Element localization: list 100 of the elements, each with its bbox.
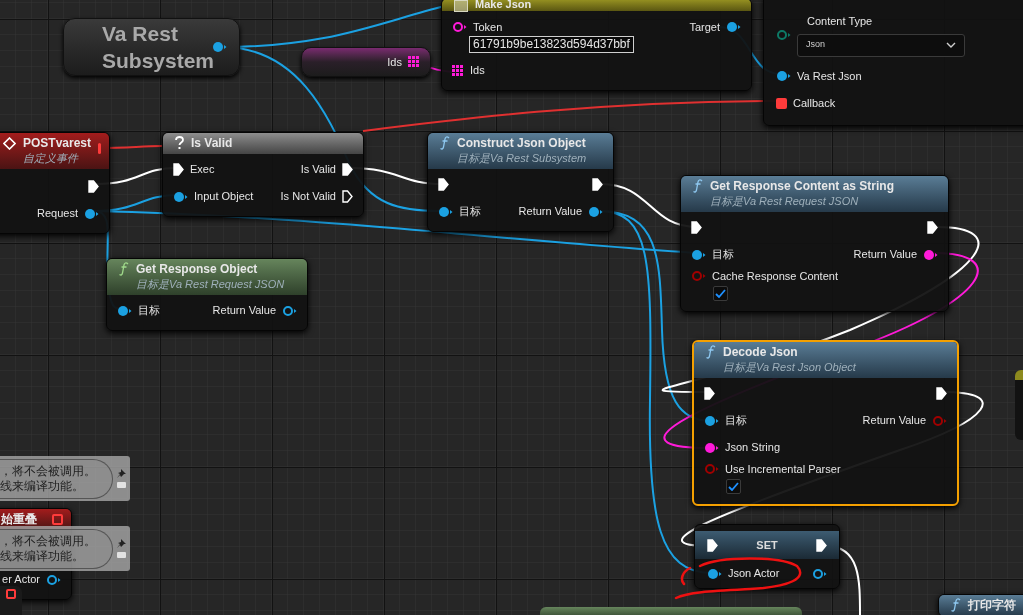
pin-icon[interactable] bbox=[438, 205, 453, 218]
pin-label: 目标 bbox=[138, 303, 160, 319]
pin-label: Exec bbox=[190, 162, 215, 178]
pin-label: Token bbox=[473, 19, 503, 35]
node-title: SET bbox=[756, 537, 778, 553]
pin-icon[interactable] bbox=[282, 304, 297, 317]
exec-pin-icon[interactable] bbox=[173, 163, 184, 176]
blueprint-node[interactable]: Is Valid Exec Is Valid Input Object Is Not Valid bbox=[162, 132, 364, 217]
pin-label: Content Type bbox=[806, 14, 874, 29]
check-icon bbox=[715, 289, 726, 298]
question-icon bbox=[175, 136, 184, 150]
pin-icon[interactable] bbox=[84, 207, 99, 220]
pin-label: Va Rest Json bbox=[797, 68, 862, 84]
pin-label: Ids bbox=[470, 63, 485, 79]
pin-label: Return Value bbox=[853, 247, 917, 263]
exec-pin-icon[interactable] bbox=[691, 221, 702, 234]
blueprint-node[interactable]: Construct Json Object 目标是Va Rest Subsystem 目标 Return Value bbox=[427, 132, 614, 232]
pin-icon[interactable] bbox=[212, 41, 227, 53]
struct-icon bbox=[454, 0, 468, 12]
pin-icon[interactable] bbox=[707, 567, 722, 580]
node-title: Construct Json Object bbox=[457, 136, 587, 151]
pin-icon[interactable] bbox=[776, 28, 791, 41]
blueprint-node[interactable]: Get Response Content as String 目标是Va Rest Request JSON 目标 Return Value Cache Response Content bbox=[680, 175, 949, 312]
text-field[interactable]: 61791b9be13823d594d37bbf bbox=[469, 36, 634, 53]
pin-label: Cache Response Content bbox=[712, 268, 838, 284]
comment-text: 线来编译功能。 bbox=[0, 478, 85, 494]
pin-icon[interactable] bbox=[117, 539, 126, 548]
exec-pin-icon[interactable] bbox=[438, 178, 449, 191]
node-title: Ids bbox=[387, 54, 402, 70]
checkbox[interactable] bbox=[713, 286, 728, 301]
node-title: Get Response Content as String bbox=[710, 179, 896, 194]
blueprint-node[interactable]: SET Json Actor bbox=[694, 524, 840, 589]
function-icon bbox=[706, 345, 716, 359]
blueprint-node[interactable]: Decode Json 目标是Va Rest Json Object 目标 Return Value Json String Use Incremental Parser bbox=[692, 340, 959, 506]
pin-icon[interactable] bbox=[117, 304, 132, 317]
node-subtitle: 目标是Va Rest Json Object bbox=[723, 360, 857, 375]
dropdown[interactable]: Json bbox=[797, 33, 965, 57]
blueprint-node[interactable]: Make Json Token 61791b9be13823d594d37bbf Target Ids bbox=[441, 0, 752, 91]
function-icon bbox=[951, 598, 961, 612]
pin-icon[interactable] bbox=[173, 190, 188, 203]
blueprint-node[interactable]: Get Response Object 目标是Va Rest Request JSON 目标 Return Value bbox=[106, 258, 308, 331]
node-title: Get Response Object bbox=[136, 262, 259, 277]
pin-label: 目标 bbox=[712, 247, 734, 263]
function-icon bbox=[440, 136, 450, 150]
pin-label: Json Actor bbox=[728, 566, 780, 582]
pin-icon[interactable] bbox=[588, 205, 603, 218]
pin-icon[interactable] bbox=[46, 573, 61, 586]
exec-pin-icon[interactable] bbox=[88, 180, 99, 193]
pin-icon[interactable] bbox=[704, 441, 719, 454]
comment-bubble[interactable]: ，将不会被调用。 线来编译功能。 bbox=[0, 456, 130, 501]
pin-label: Json String bbox=[725, 440, 781, 456]
pin-icon[interactable] bbox=[704, 414, 719, 427]
blueprint-node[interactable]: POSTvarest 自定义事件 Request bbox=[0, 132, 110, 234]
pin-icon[interactable] bbox=[691, 248, 706, 261]
function-icon bbox=[119, 262, 129, 276]
array-pin-icon[interactable] bbox=[408, 56, 420, 68]
pin-label: er Actor bbox=[2, 572, 40, 588]
node-title: POSTvarest bbox=[23, 136, 92, 151]
node-title: Make Json bbox=[475, 0, 533, 10]
check-icon bbox=[728, 482, 739, 491]
node-title: Is Valid bbox=[191, 136, 234, 151]
exec-pin-icon[interactable] bbox=[704, 387, 715, 400]
pin-label: Is Valid bbox=[300, 162, 336, 178]
pin-icon[interactable] bbox=[726, 21, 741, 33]
exec-pin-icon[interactable] bbox=[342, 163, 353, 176]
pin-icon[interactable] bbox=[812, 567, 827, 580]
chevron-down-icon bbox=[946, 42, 956, 48]
checkbox[interactable] bbox=[726, 479, 741, 494]
pin-label: Target bbox=[689, 19, 720, 35]
exec-pin-icon[interactable] bbox=[927, 221, 938, 234]
pin-label: Use Incremental Parser bbox=[725, 461, 841, 477]
pin-label: Callback bbox=[793, 95, 836, 111]
node-subtitle: 目标是Va Rest Request JSON bbox=[136, 277, 286, 292]
pin-label: 目标 bbox=[725, 413, 747, 429]
comment-bubble[interactable]: ，将不会被调用。 线来编译功能。 bbox=[0, 526, 130, 571]
pin-label: Return Value bbox=[862, 413, 926, 429]
pin-label: 目标 bbox=[459, 204, 481, 220]
pin-icon[interactable] bbox=[776, 70, 791, 82]
exec-pin-icon[interactable] bbox=[707, 538, 718, 552]
node-subtitle: 自定义事件 bbox=[23, 151, 80, 166]
node-title: Va Rest Subsystem bbox=[102, 21, 212, 74]
array-pin-icon[interactable] bbox=[452, 64, 464, 77]
variable-node[interactable]: Ids bbox=[301, 47, 431, 77]
pin-label: Input Object bbox=[194, 189, 254, 205]
blueprint-node[interactable]: Content Type Json Va Rest Json Callback bbox=[763, 0, 1023, 126]
pin-label: Return Value bbox=[518, 204, 582, 220]
pin-label: Request bbox=[37, 206, 78, 222]
exec-pin-icon[interactable] bbox=[592, 178, 603, 191]
pin-label: Return Value bbox=[212, 303, 276, 319]
pin-label: Is Not Valid bbox=[280, 189, 336, 205]
node-title: 始重叠 bbox=[1, 512, 38, 527]
pin-icon[interactable] bbox=[117, 469, 126, 478]
pin-icon[interactable] bbox=[452, 21, 467, 33]
comment-text: ，将不会被调用。 bbox=[0, 463, 97, 479]
pin-icon[interactable] bbox=[923, 248, 938, 261]
variable-node[interactable]: Va Rest Subsystem bbox=[63, 18, 240, 76]
exec-pin-icon[interactable] bbox=[816, 538, 827, 552]
blueprint-node[interactable]: 打印字符 bbox=[938, 594, 1023, 615]
exec-pin-icon[interactable] bbox=[936, 387, 947, 400]
exec-pin-icon[interactable] bbox=[342, 190, 353, 203]
